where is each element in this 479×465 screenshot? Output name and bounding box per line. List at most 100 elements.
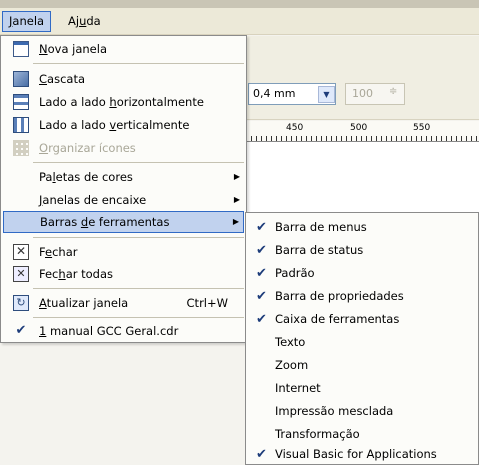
label-text: tualizar janela	[46, 296, 129, 310]
check-icon: ✔	[256, 447, 267, 462]
submenu-item-label: Padrão	[275, 266, 315, 280]
label-text: ar todas	[65, 267, 114, 281]
label-pre: Pa	[39, 170, 53, 184]
tile-horizontal-icon	[13, 94, 29, 110]
ruler-label: 500	[350, 123, 368, 133]
menu-item-label: Lado a lado verticalmente	[39, 114, 189, 136]
submenu-arrow-icon: ▶	[233, 195, 240, 204]
label-text: e ferramentas	[88, 215, 170, 229]
menu-item-label: Barras de ferramentas	[40, 212, 169, 232]
label-mnemonic: h	[109, 95, 117, 109]
label-mnemonic: N	[39, 42, 48, 56]
label-text: rganizar ícones	[48, 141, 136, 155]
submenu-item-zoom[interactable]: Zoom	[248, 354, 478, 377]
submenu-item-label: Caixa de ferramentas	[275, 312, 400, 326]
label-pre: Barras	[40, 215, 81, 229]
menu-item-lado-vertical[interactable]: Lado a lado verticalmente	[3, 114, 244, 136]
check-icon: ✔	[256, 243, 267, 258]
menu-item-fechar-todas[interactable]: ✕ Fechar todas	[3, 263, 244, 285]
ruler-label: 450	[286, 123, 304, 133]
close-window-icon: ✕	[13, 244, 29, 260]
submenu-item-internet[interactable]: Internet	[248, 377, 478, 400]
menu-ajuda[interactable]: Ajuda	[62, 11, 107, 32]
menu-separator	[33, 237, 244, 238]
menu-item-janelas-de-encaixe[interactable]: Janelas de encaixe ▶	[3, 189, 244, 211]
label-pre: Fec	[39, 267, 59, 281]
submenu-item-visual-basic[interactable]: ✔ Visual Basic for Applications	[248, 443, 478, 465]
menu-item-atualizar-janela[interactable]: ↻ Atualizar janela Ctrl+W	[3, 292, 244, 314]
zoom-value: 100	[352, 87, 373, 100]
check-icon: ✔	[256, 289, 267, 304]
new-window-icon	[13, 41, 29, 57]
menu-item-label: Organizar ícones	[39, 137, 136, 159]
menu-janela[interactable]: Janela	[2, 11, 52, 32]
menu-separator	[33, 162, 244, 163]
outline-width-dropdown-button[interactable]: ▼	[318, 86, 335, 103]
title-strip	[0, 0, 479, 8]
submenu-item-label: Barra de propriedades	[275, 289, 404, 303]
toolbars-submenu: ✔ Barra de menus ✔ Barra de status ✔ Pad…	[245, 212, 479, 465]
check-icon: ✔	[256, 312, 267, 327]
menu-item-label: 1 manual GCC Geral.cdr	[39, 320, 178, 342]
menu-item-label: Lado a lado horizontalmente	[39, 91, 204, 113]
menu-separator	[33, 63, 244, 64]
menu-item-label: Fechar	[39, 241, 77, 263]
menu-item-lado-horizontal[interactable]: Lado a lado horizontalmente	[3, 91, 244, 113]
label-pre: Lado a lado	[39, 118, 110, 132]
label-text: anelas de encaixe	[42, 193, 147, 207]
cascade-icon	[13, 71, 29, 87]
menu-item-fechar[interactable]: ✕ Fechar	[3, 241, 244, 263]
menu-item-paletas-de-cores[interactable]: Paletas de cores ▶	[3, 166, 244, 188]
menu-item-organizar-icones: Organizar ícones	[3, 137, 244, 159]
menu-ajuda-text-pre: Aj	[68, 14, 80, 28]
label-mnemonic: h	[58, 267, 66, 281]
label-mnemonic: O	[39, 141, 49, 155]
label-text: etas de cores	[55, 170, 133, 184]
ruler-label: 550	[413, 123, 431, 133]
label-mnemonic: A	[39, 296, 47, 310]
label-text: char	[52, 245, 78, 259]
menu-item-label: Janelas de encaixe	[39, 189, 146, 211]
submenu-arrow-icon: ▶	[232, 217, 239, 226]
submenu-item-barra-de-status[interactable]: ✔ Barra de status	[248, 239, 478, 262]
janela-menu: Nova janela Cascata Lado a lado horizont…	[0, 35, 247, 343]
spin-icon: ≑	[389, 86, 398, 97]
check-icon: ✔	[256, 266, 267, 281]
menu-separator	[33, 288, 244, 289]
workspace-background	[0, 343, 246, 465]
menu-ajuda-text: da	[86, 14, 101, 28]
menu-item-cascata[interactable]: Cascata	[3, 68, 244, 90]
submenu-item-impressao-mesclada[interactable]: Impressão mesclada	[248, 400, 478, 423]
label-text: ova janela	[47, 42, 108, 56]
submenu-item-label: Visual Basic for Applications	[275, 447, 437, 461]
submenu-item-barra-de-propriedades[interactable]: ✔ Barra de propriedades	[248, 285, 478, 308]
drawing-canvas[interactable]	[246, 142, 479, 222]
menu-item-label: Paletas de cores	[39, 166, 133, 188]
ruler-ticks	[246, 136, 479, 141]
menu-item-open-document[interactable]: ✔ 1 manual GCC Geral.cdr	[3, 320, 244, 342]
outline-width-value: 0,4 mm	[253, 87, 296, 100]
submenu-item-texto[interactable]: Texto	[248, 331, 478, 354]
close-all-icon: ✕	[13, 266, 29, 282]
submenu-item-padrao[interactable]: ✔ Padrão	[248, 262, 478, 285]
menu-bar: Janela Ajuda	[0, 8, 479, 35]
menu-item-barras-de-ferramentas[interactable]: Barras de ferramentas ▶	[3, 211, 244, 233]
refresh-window-icon: ↻	[13, 295, 29, 311]
submenu-item-label: Internet	[275, 381, 321, 395]
submenu-item-caixa-de-ferramentas[interactable]: ✔ Caixa de ferramentas	[248, 308, 478, 331]
label-pre: Lado a lado	[39, 95, 110, 109]
submenu-item-label: Zoom	[275, 358, 309, 372]
menu-item-label: Nova janela	[39, 38, 107, 60]
menu-janela-text: anela	[12, 14, 45, 28]
menu-separator	[33, 317, 244, 318]
submenu-item-label: Barra de status	[275, 243, 364, 257]
arrange-icons-icon	[13, 140, 29, 156]
horizontal-ruler: 450 500 550	[246, 121, 479, 142]
menu-item-nova-janela[interactable]: Nova janela	[3, 38, 244, 60]
shortcut-label: Ctrl+W	[186, 296, 228, 310]
property-bar	[246, 36, 479, 120]
submenu-item-label: Texto	[275, 335, 306, 349]
submenu-item-barra-de-menus[interactable]: ✔ Barra de menus	[248, 216, 478, 239]
submenu-item-label: Impressão mesclada	[275, 404, 394, 418]
menu-item-label: Atualizar janela	[39, 292, 128, 314]
